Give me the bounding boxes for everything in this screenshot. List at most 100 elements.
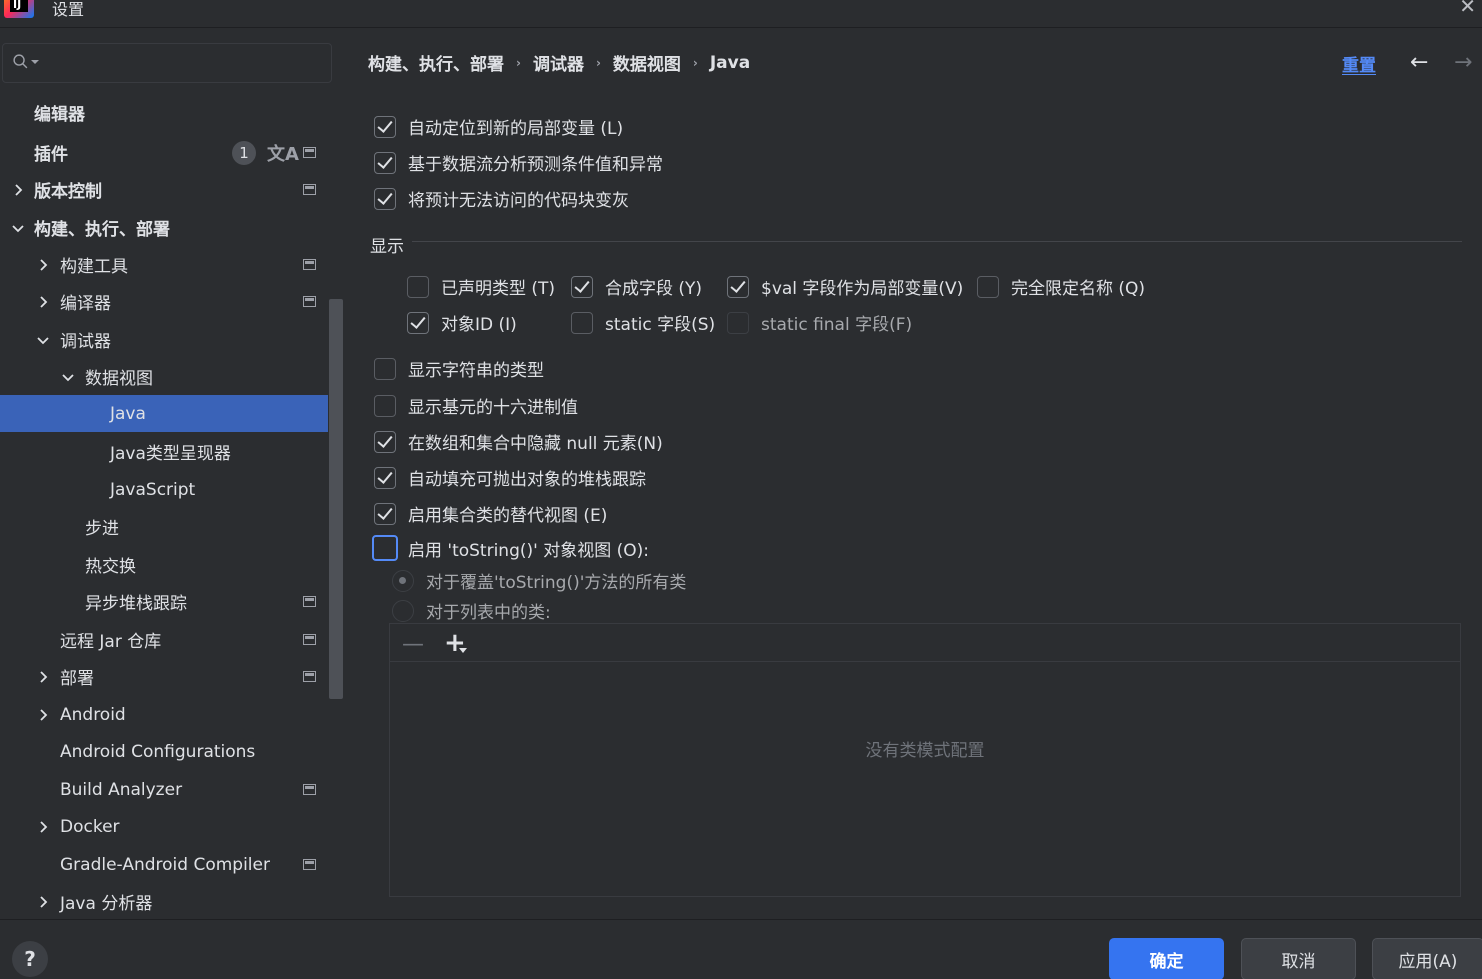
close-icon[interactable]: ✕ (1459, 0, 1476, 18)
reset-link[interactable]: 重置 (1342, 51, 1376, 76)
checkbox[interactable] (977, 275, 999, 298)
checkbox[interactable] (374, 502, 396, 525)
sidebar-item-android[interactable]: Android (0, 696, 328, 733)
radio-all-overriding-classes: 对于覆盖'toString()'方法的所有类 (392, 568, 686, 593)
sidebar-item-compiler[interactable]: 编译器 (0, 283, 328, 320)
sidebar-item-vcs[interactable]: 版本控制 (0, 171, 328, 208)
sidebar-item-label: 远程 Jar 仓库 (60, 632, 162, 652)
add-icon[interactable]: + (444, 628, 466, 658)
project-scope-icon (303, 634, 316, 645)
sidebar-item-async-stack-traces[interactable]: 异步堆栈跟踪 (0, 583, 328, 620)
checkbox[interactable] (571, 275, 593, 298)
sidebar-item-docker[interactable]: Docker (0, 808, 328, 845)
option-enable-tostring-view[interactable]: 启用 'toString()' 对象视图 (O): (372, 535, 649, 561)
option-predict-condition-values[interactable]: 基于数据流分析预测条件值和异常 (374, 150, 663, 175)
option-val-fields-as-locals[interactable]: $val 字段作为局部变量(V) (727, 274, 963, 299)
checkbox[interactable] (374, 466, 396, 489)
project-scope-icon (303, 859, 316, 870)
chevron-down-icon[interactable] (61, 370, 75, 384)
checkbox[interactable] (374, 115, 396, 138)
sidebar-item-label: JavaScript (110, 479, 196, 500)
apply-button[interactable]: 应用(A) (1372, 938, 1482, 979)
project-scope-icon (303, 296, 316, 307)
help-button[interactable]: ? (12, 941, 48, 977)
sidebar-item-build-tools[interactable]: 构建工具 (0, 246, 328, 283)
chevron-right-icon[interactable] (11, 183, 25, 197)
chevron-right-icon[interactable] (36, 670, 50, 684)
chevron-down-icon[interactable] (11, 221, 25, 235)
breadcrumb-separator-icon: › (516, 55, 521, 70)
checkbox (727, 311, 749, 334)
back-arrow-icon[interactable]: ← (1410, 50, 1428, 75)
checkbox[interactable] (727, 275, 749, 298)
project-scope-icon (303, 147, 316, 158)
option-auto-select-new-locals[interactable]: 自动定位到新的局部变量 (L) (374, 114, 623, 139)
checkbox[interactable] (571, 311, 593, 334)
chevron-right-icon[interactable] (36, 895, 50, 909)
sidebar-item-label: Gradle-Android Compiler (60, 854, 270, 875)
breadcrumb-item[interactable]: 调试器 (533, 50, 584, 75)
option-hide-null-elements[interactable]: 在数组和集合中隐藏 null 元素(N) (374, 429, 663, 454)
checkbox[interactable] (407, 275, 429, 298)
sidebar-item-remote-jar-repositories[interactable]: 远程 Jar 仓库 (0, 621, 328, 658)
sidebar-item-plugins[interactable]: 插件 1 文A (0, 134, 328, 171)
intellij-logo-icon: IJ (4, 0, 34, 18)
option-declared-type[interactable]: 已声明类型 (T) (407, 274, 555, 299)
checkbox[interactable] (374, 151, 396, 174)
chevron-right-icon[interactable] (36, 820, 50, 834)
sidebar-item-java[interactable]: Java (0, 395, 328, 432)
option-show-string-type[interactable]: 显示字符串的类型 (374, 356, 544, 381)
sidebar-item-build-analyzer[interactable]: Build Analyzer (0, 771, 328, 808)
sidebar-item-label: Java (110, 403, 146, 424)
option-alternative-collection-view[interactable]: 启用集合类的替代视图 (E) (374, 501, 607, 526)
sidebar-item-android-configurations[interactable]: Android Configurations (0, 733, 328, 770)
add-dropdown-chevron-icon[interactable] (459, 648, 467, 653)
sidebar-scrollbar[interactable] (329, 299, 343, 699)
update-count-badge: 1 (232, 140, 256, 165)
breadcrumb-item-current: Java (709, 52, 751, 73)
ok-button[interactable]: 确定 (1109, 938, 1224, 979)
section-divider (412, 241, 1462, 242)
forward-arrow-icon[interactable]: → (1454, 50, 1472, 75)
chevron-right-icon[interactable] (36, 295, 50, 309)
checkbox[interactable] (372, 535, 398, 561)
chevron-right-icon[interactable] (36, 708, 50, 722)
sidebar-item-java-profiler[interactable]: Java 分析器 (0, 883, 328, 920)
breadcrumb-item[interactable]: 数据视图 (613, 50, 681, 75)
sidebar-item-label: Build Analyzer (60, 779, 183, 800)
sidebar-item-deployment[interactable]: 部署 (0, 658, 328, 695)
checkbox[interactable] (374, 187, 396, 210)
chevron-down-icon[interactable] (36, 333, 50, 347)
settings-sidebar: 编辑器 插件 1 文A 版本控制 构建、执行、部署 构建工具 编译器 调试器 数… (0, 28, 344, 919)
search-options-chevron-icon[interactable] (31, 60, 39, 64)
option-static-fields[interactable]: static 字段(S) (571, 310, 715, 335)
option-grey-unreachable-code[interactable]: 将预计无法访问的代码块变灰 (374, 186, 629, 211)
option-show-hex-primitives[interactable]: 显示基元的十六进制值 (374, 393, 578, 418)
option-populate-throwable-stack[interactable]: 自动填充可抛出对象的堆栈跟踪 (374, 465, 646, 490)
breadcrumb-item[interactable]: 构建、执行、部署 (368, 50, 504, 75)
search-input[interactable] (2, 43, 332, 83)
option-object-id[interactable]: 对象ID (I) (407, 310, 517, 335)
cancel-button[interactable]: 取消 (1241, 938, 1356, 979)
sidebar-item-stepping[interactable]: 步进 (0, 508, 328, 545)
sidebar-item-data-views[interactable]: 数据视图 (0, 358, 328, 395)
sidebar-item-debugger[interactable]: 调试器 (0, 321, 328, 358)
chevron-right-icon[interactable] (36, 258, 50, 272)
option-fully-qualified-names[interactable]: 完全限定名称 (Q) (977, 274, 1145, 299)
sidebar-item-java-type-renderers[interactable]: Java类型呈现器 (0, 433, 328, 470)
checkbox[interactable] (374, 430, 396, 453)
sidebar-item-build-execution-deployment[interactable]: 构建、执行、部署 (0, 209, 328, 246)
checkbox[interactable] (374, 394, 396, 417)
sidebar-item-editor[interactable]: 编辑器 (0, 94, 328, 131)
checkbox[interactable] (374, 357, 396, 380)
sidebar-item-hotswap[interactable]: 热交换 (0, 546, 328, 583)
checkbox[interactable] (407, 311, 429, 334)
sidebar-item-label: Android Configurations (60, 741, 256, 762)
sidebar-item-label: 插件 (34, 145, 68, 165)
sidebar-item-label: 数据视图 (85, 369, 153, 389)
sidebar-item-gradle-android-compiler[interactable]: Gradle-Android Compiler (0, 846, 328, 883)
option-synthetic-fields[interactable]: 合成字段 (Y) (571, 274, 702, 299)
sidebar-item-javascript[interactable]: JavaScript (0, 471, 328, 508)
search-icon (13, 54, 28, 69)
remove-icon: — (402, 632, 424, 657)
